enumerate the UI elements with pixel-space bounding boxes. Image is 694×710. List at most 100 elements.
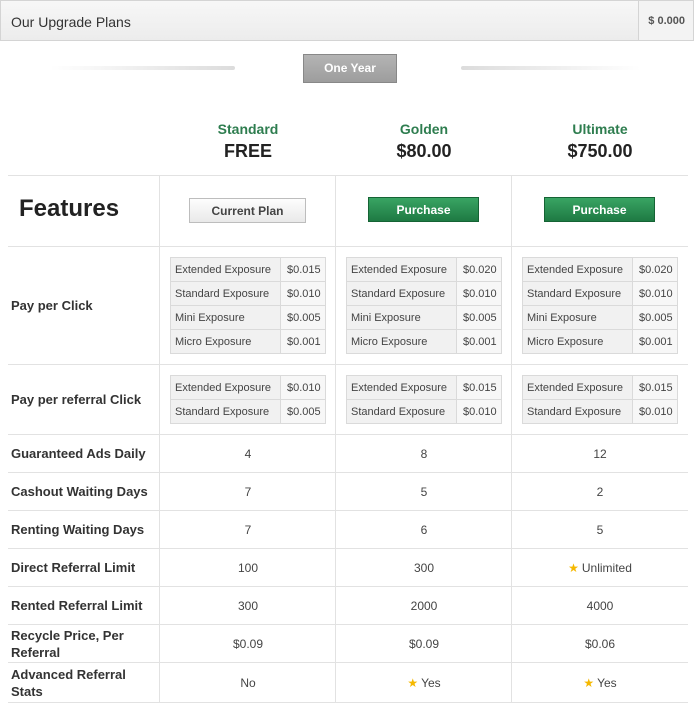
cell-value: 12 bbox=[593, 447, 607, 461]
pprc-table-ultimate: Extended Exposure $0.015 Standard Exposur… bbox=[522, 375, 678, 424]
row-label-cashout-waiting-days: Cashout Waiting Days bbox=[11, 484, 148, 499]
cell-value: $0.09 bbox=[408, 637, 440, 651]
rate-name: Extended Exposure bbox=[170, 257, 281, 282]
rate-name: Micro Exposure bbox=[522, 329, 633, 354]
cell-value: 5 bbox=[596, 523, 604, 537]
rate-name: Standard Exposure bbox=[170, 281, 281, 306]
rate-value: $0.010 bbox=[280, 281, 326, 306]
cell-value-with-icon: ★ Yes bbox=[512, 676, 688, 690]
rate-name: Extended Exposure bbox=[170, 375, 281, 400]
star-icon: ★ bbox=[568, 561, 579, 575]
cell-value: 8 bbox=[420, 447, 428, 461]
grid-line bbox=[8, 246, 688, 247]
plan-name: Ultimate bbox=[572, 121, 628, 137]
row-label-pay-per-click: Pay per Click bbox=[11, 298, 93, 313]
balance-display: $ 0.000 bbox=[648, 15, 685, 27]
balance-box: $ 0.000 bbox=[638, 1, 693, 40]
rate-name: Extended Exposure bbox=[346, 375, 457, 400]
rate-name: Extended Exposure bbox=[346, 257, 457, 282]
cell-value: 100 bbox=[237, 561, 259, 575]
pprc-table-standard: Extended Exposure $0.010 Standard Exposur… bbox=[170, 375, 326, 424]
grid-line bbox=[335, 175, 336, 702]
cell-value: Unlimited bbox=[581, 561, 632, 575]
rate-name: Micro Exposure bbox=[170, 329, 281, 354]
rate-value: $0.010 bbox=[456, 399, 502, 424]
plan-header-standard: Standard FREE bbox=[160, 121, 336, 162]
cell-value: 7 bbox=[244, 485, 252, 499]
top-bar: Our Upgrade Plans $ 0.000 bbox=[0, 0, 694, 41]
cell-value: 7 bbox=[244, 523, 252, 537]
divider-left bbox=[50, 66, 235, 70]
grid-line bbox=[159, 175, 160, 702]
cell-value: 5 bbox=[420, 485, 428, 499]
rate-value: $0.001 bbox=[280, 329, 326, 354]
star-icon: ★ bbox=[407, 676, 419, 690]
rate-value: $0.015 bbox=[456, 375, 502, 400]
row-label-pay-per-referral-click: Pay per referral Click bbox=[11, 392, 142, 407]
rate-value: $0.020 bbox=[632, 257, 678, 282]
row-label-direct-referral-limit: Direct Referral Limit bbox=[11, 560, 136, 575]
plan-header-ultimate: Ultimate $750.00 bbox=[512, 121, 688, 162]
rate-value: $0.010 bbox=[632, 281, 678, 306]
row-label-advanced-referral-stats: Advanced Referral Stats bbox=[11, 667, 126, 699]
rate-value: $0.010 bbox=[456, 281, 502, 306]
ppc-table-ultimate: Extended Exposure $0.020 Standard Exposur… bbox=[522, 257, 678, 354]
grid-line bbox=[8, 548, 688, 549]
cell-value: 4 bbox=[244, 447, 252, 461]
plan-price: $750.00 bbox=[567, 141, 633, 161]
plan-header-golden: Golden $80.00 bbox=[336, 121, 512, 162]
star-icon: ★ bbox=[583, 676, 595, 690]
rate-value: $0.015 bbox=[632, 375, 678, 400]
grid-line bbox=[8, 510, 688, 511]
cell-value: 6 bbox=[420, 523, 428, 537]
rate-value: $0.001 bbox=[456, 329, 502, 354]
cell-value: Yes bbox=[421, 676, 441, 690]
rate-name: Extended Exposure bbox=[522, 375, 633, 400]
grid-line bbox=[8, 586, 688, 587]
grid-line bbox=[8, 472, 688, 473]
cell-value-with-icon: ★ Unlimited bbox=[512, 561, 688, 575]
row-label-recycle-price: Recycle Price, Per Referral bbox=[11, 628, 124, 660]
rate-value: $0.001 bbox=[632, 329, 678, 354]
rate-value: $0.005 bbox=[632, 305, 678, 330]
rate-value: $0.005 bbox=[456, 305, 502, 330]
rate-name: Standard Exposure bbox=[346, 281, 457, 306]
period-one-year-button[interactable]: One Year bbox=[303, 54, 397, 83]
cell-value: No bbox=[240, 676, 256, 690]
ppc-table-golden: Extended Exposure $0.020 Standard Exposur… bbox=[346, 257, 502, 354]
cell-value: 2000 bbox=[410, 599, 438, 613]
rate-name: Extended Exposure bbox=[522, 257, 633, 282]
purchase-golden-button[interactable]: Purchase bbox=[368, 197, 479, 222]
plan-price: $80.00 bbox=[396, 141, 452, 161]
cell-value: Yes bbox=[597, 676, 617, 690]
rate-value: $0.005 bbox=[280, 305, 326, 330]
row-label-guaranteed-ads-daily: Guaranteed Ads Daily bbox=[11, 446, 146, 461]
rate-name: Standard Exposure bbox=[522, 399, 633, 424]
cell-value: $0.06 bbox=[584, 637, 616, 651]
divider-right bbox=[461, 66, 641, 70]
rate-name: Standard Exposure bbox=[522, 281, 633, 306]
plan-name: Golden bbox=[399, 121, 449, 137]
grid-line bbox=[8, 702, 688, 703]
rate-value: $0.005 bbox=[280, 399, 326, 424]
row-label-renting-waiting-days: Renting Waiting Days bbox=[11, 522, 145, 537]
grid-line bbox=[8, 175, 688, 176]
rate-value: $0.010 bbox=[280, 375, 326, 400]
row-label-rented-referral-limit: Rented Referral Limit bbox=[11, 598, 143, 613]
plan-price: FREE bbox=[223, 141, 272, 161]
grid-line bbox=[8, 662, 688, 663]
page-title: Our Upgrade Plans bbox=[11, 14, 131, 30]
current-plan-button[interactable]: Current Plan bbox=[189, 198, 306, 223]
ppc-table-standard: Extended Exposure $0.015 Standard Exposur… bbox=[170, 257, 326, 354]
cell-value: 4000 bbox=[586, 599, 614, 613]
cell-value: 300 bbox=[413, 561, 435, 575]
cell-value: 2 bbox=[596, 485, 604, 499]
grid-line bbox=[511, 175, 512, 702]
grid-line bbox=[8, 434, 688, 435]
rate-name: Mini Exposure bbox=[346, 305, 457, 330]
features-heading: Features bbox=[19, 195, 120, 222]
grid-line bbox=[8, 364, 688, 365]
purchase-ultimate-button[interactable]: Purchase bbox=[544, 197, 655, 222]
cell-value: 300 bbox=[237, 599, 259, 613]
rate-name: Standard Exposure bbox=[346, 399, 457, 424]
